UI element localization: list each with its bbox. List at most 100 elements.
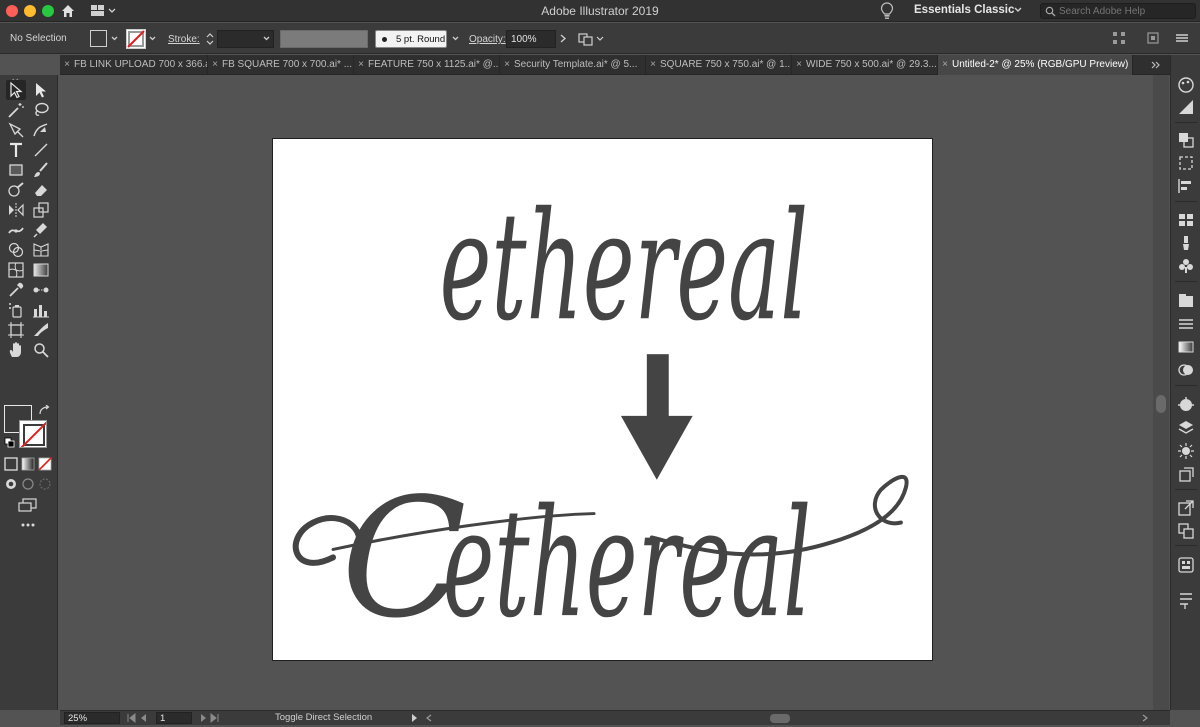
brush-definition-dropdown[interactable]: 5 pt. Round	[375, 30, 447, 48]
artboards-panel-icon[interactable]	[1176, 465, 1196, 485]
paintbrush-tool-icon[interactable]	[31, 160, 51, 180]
scroll-right-icon[interactable]	[1140, 713, 1150, 726]
document-tab[interactable]: × WIDE 750 x 500.ai* @ 29.3...	[792, 55, 938, 75]
asset-export-panel-icon[interactable]	[1176, 441, 1196, 461]
perspective-grid-tool-icon[interactable]	[31, 240, 51, 260]
stroke-weight-chevron-icon[interactable]	[262, 34, 271, 46]
pathfinder-panel-icon[interactable]	[1176, 521, 1196, 541]
document-tab[interactable]: × SQUARE 750 x 750.ai* @ 1...	[646, 55, 792, 75]
status-menu-arrow-icon[interactable]	[410, 713, 420, 726]
properties-panel-icon[interactable]	[1176, 591, 1196, 611]
transform-options-icon[interactable]	[1146, 31, 1160, 48]
close-tab-icon[interactable]: ×	[500, 55, 514, 75]
gradient-panel-icon[interactable]	[1176, 337, 1196, 357]
color-guide-icon[interactable]	[1176, 97, 1196, 117]
close-tab-icon[interactable]: ×	[354, 55, 368, 75]
scale-tool-icon[interactable]	[31, 200, 51, 220]
mesh-tool-icon[interactable]	[6, 260, 26, 280]
stroke-label[interactable]: Stroke:	[168, 34, 200, 45]
selection-tool-icon[interactable]	[6, 80, 26, 100]
vertical-scrollbar[interactable]	[1153, 75, 1169, 710]
draw-inside-icon[interactable]	[38, 477, 52, 494]
brushes-panel-icon[interactable]	[1176, 233, 1196, 253]
layers-panel-icon[interactable]	[1176, 418, 1196, 438]
horizontal-scroll-thumb[interactable]	[770, 714, 790, 723]
libraries-panel-icon[interactable]	[1176, 291, 1196, 311]
default-colors-icon[interactable]	[4, 437, 16, 452]
screen-mode-icon[interactable]	[18, 497, 38, 516]
shaper-tool-icon[interactable]	[6, 180, 26, 200]
close-tab-icon[interactable]: ×	[646, 55, 660, 75]
shape-builder-tool-icon[interactable]	[6, 240, 26, 260]
document-tab[interactable]: × Security Template.ai* @ 5...	[500, 55, 646, 75]
lightbulb-icon[interactable]	[880, 2, 894, 23]
zoom-level-field[interactable]: 25%	[64, 712, 120, 724]
eraser-tool-icon[interactable]	[31, 180, 51, 200]
chevron-down-icon[interactable]	[1013, 5, 1023, 18]
stroke-weight-stepper-icon[interactable]	[205, 30, 215, 51]
opacity-field[interactable]: 100%	[506, 30, 556, 48]
symbol-sprayer-tool-icon[interactable]	[6, 300, 26, 320]
more-tabs-chevron-icon[interactable]	[1150, 60, 1162, 73]
close-tab-icon[interactable]: ×	[938, 55, 952, 75]
line-segment-tool-icon[interactable]	[31, 140, 51, 160]
reflect-tool-icon[interactable]	[6, 200, 26, 220]
search-help-box[interactable]	[1040, 3, 1196, 19]
lasso-tool-icon[interactable]	[31, 100, 51, 120]
close-tab-icon[interactable]: ×	[792, 55, 806, 75]
width-tool-icon[interactable]	[6, 220, 26, 240]
panel-menu-icon[interactable]	[1174, 31, 1190, 48]
graphic-styles-panel-icon[interactable]	[1176, 395, 1196, 415]
hand-tool-icon[interactable]	[6, 340, 26, 360]
opacity-arrow-icon[interactable]	[558, 33, 568, 47]
edit-toolbar-icon[interactable]	[20, 520, 36, 532]
swap-fill-stroke-icon[interactable]	[38, 404, 52, 420]
gradient-mode-icon[interactable]	[21, 457, 35, 474]
artboard[interactable]: ethereal C ethereal	[272, 138, 933, 661]
variable-width-profile[interactable]	[280, 30, 368, 48]
type-tool-icon[interactable]	[6, 140, 26, 160]
rectangle-tool-icon[interactable]	[6, 160, 26, 180]
draw-behind-icon[interactable]	[21, 477, 35, 494]
none-mode-icon[interactable]	[38, 457, 52, 474]
brush-chevron-icon[interactable]	[451, 34, 460, 46]
close-tab-icon[interactable]: ×	[60, 55, 74, 75]
document-tab[interactable]: × FEATURE 750 x 1125.ai* @...	[354, 55, 500, 75]
stroke-panel-icon[interactable]	[1176, 314, 1196, 334]
puppet-warp-tool-icon[interactable]	[31, 220, 51, 240]
blend-tool-icon[interactable]	[31, 280, 51, 300]
recolor-artwork-icon[interactable]	[577, 30, 607, 51]
magic-wand-tool-icon[interactable]	[6, 100, 26, 120]
fill-dropdown-chevron-icon[interactable]	[110, 34, 119, 46]
stroke-dropdown-chevron-icon[interactable]	[148, 34, 157, 46]
align-panel-icon[interactable]	[1176, 176, 1196, 196]
search-input[interactable]	[1059, 5, 1193, 17]
color-panel-icon[interactable]	[1176, 75, 1196, 95]
workspace-switcher[interactable]: Essentials Classic	[914, 4, 1014, 16]
swatches-panel-icon[interactable]	[1176, 210, 1196, 230]
direct-selection-tool-icon[interactable]	[31, 80, 51, 100]
scroll-left-icon[interactable]	[424, 713, 434, 726]
vertical-scroll-thumb[interactable]	[1156, 395, 1166, 413]
curvature-tool-icon[interactable]	[31, 120, 51, 140]
draw-normal-icon[interactable]	[4, 477, 18, 494]
close-tab-icon[interactable]: ×	[208, 55, 222, 75]
transform-panel-icon[interactable]	[1176, 153, 1196, 173]
stroke-none-swatch[interactable]	[126, 29, 146, 49]
eyedropper-tool-icon[interactable]	[6, 280, 26, 300]
links-panel-icon[interactable]	[1176, 498, 1196, 518]
artboard-number-field[interactable]: 1	[156, 712, 192, 724]
fill-swatch[interactable]	[90, 30, 107, 47]
opacity-label[interactable]: Opacity:	[469, 34, 506, 45]
column-graph-tool-icon[interactable]	[31, 300, 51, 320]
slice-tool-icon[interactable]	[31, 320, 51, 340]
cc-libraries-icon[interactable]	[1176, 555, 1196, 575]
document-tab-active[interactable]: × Untitled-2* @ 25% (RGB/GPU Preview)	[938, 55, 1133, 75]
stroke-color-swatch[interactable]	[19, 420, 47, 448]
document-tab[interactable]: × FB LINK UPLOAD 700 x 366.ai*	[60, 55, 208, 75]
artboard-tool-icon[interactable]	[6, 320, 26, 340]
appearance-panel-icon[interactable]	[1176, 360, 1196, 380]
pen-tool-icon[interactable]	[6, 120, 26, 140]
color-mode-icon[interactable]	[4, 457, 18, 474]
zoom-tool-icon[interactable]	[31, 340, 51, 360]
